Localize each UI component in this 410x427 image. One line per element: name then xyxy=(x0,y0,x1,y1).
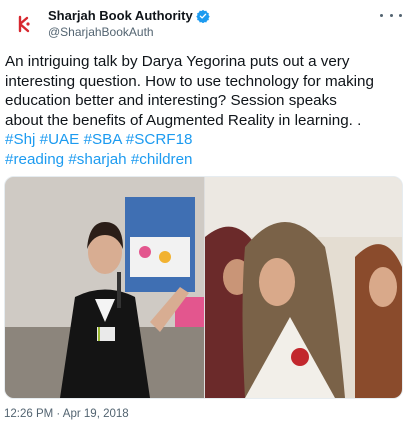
hashtag-link[interactable]: #children xyxy=(131,151,193,168)
hashtag-line: #Shj #UAE #SBA #SCRF18 xyxy=(5,130,403,150)
verified-badge-icon xyxy=(195,9,210,23)
author-handle[interactable]: @SharjahBookAuth xyxy=(48,25,154,39)
author-avatar[interactable] xyxy=(4,4,44,44)
tweet-timestamp[interactable]: 12:26 PM · Apr 19, 2018 xyxy=(4,408,129,420)
hashtag-link[interactable]: #UAE xyxy=(40,131,80,148)
tweet-text-line: interesting question. How to use technol… xyxy=(5,72,374,90)
more-options-icon[interactable] xyxy=(380,8,402,22)
sba-logo-icon xyxy=(18,15,30,33)
tweet-text: An intriguing talk by Darya Yegorina put… xyxy=(5,52,403,169)
hashtag-link[interactable]: #reading xyxy=(5,151,64,168)
hashtag-link[interactable]: #sharjah xyxy=(68,151,126,168)
hashtag-link[interactable]: #SCRF18 xyxy=(126,131,193,148)
speaker-photo[interactable] xyxy=(5,177,204,398)
tweet-text-line: An intriguing talk by Darya Yegorina put… xyxy=(5,53,350,70)
tweet-text-line: about the benefits of Augmented Reality … xyxy=(5,111,362,129)
tweet-media xyxy=(4,176,403,399)
author-display-name[interactable]: Sharjah Book Authority xyxy=(48,8,193,23)
speaker-illustration xyxy=(5,177,204,398)
hashtag-link[interactable]: #Shj xyxy=(5,131,35,148)
audience-photo[interactable] xyxy=(205,177,402,398)
hashtag-link[interactable]: #SBA xyxy=(84,131,122,148)
tweet-card: Sharjah Book Authority @SharjahBookAuth … xyxy=(0,0,410,427)
hashtag-line: #reading #sharjah #children xyxy=(5,150,403,170)
author-name-row: Sharjah Book Authority xyxy=(48,8,210,23)
audience-illustration xyxy=(205,177,402,398)
tweet-text-line: education better and interesting? Sessio… xyxy=(5,92,337,109)
